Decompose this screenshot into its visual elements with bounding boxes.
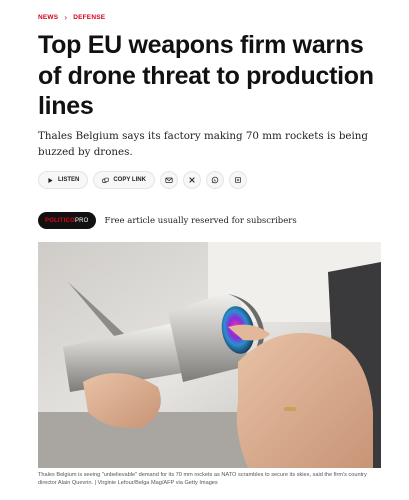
- copy-link-button[interactable]: COPY LINK: [93, 171, 155, 189]
- photo-caption: Thales Belgium is seeing "unbelievable" …: [38, 472, 367, 486]
- access-notice: POLITICO PRO Free article usually reserv…: [38, 212, 297, 229]
- article-photo: [38, 242, 381, 468]
- whatsapp-share-button[interactable]: [205, 171, 224, 189]
- breadcrumb-chevron-icon: ›: [64, 12, 68, 22]
- copy-link-label: COPY LINK: [113, 177, 146, 183]
- politico-pro-badge: POLITICO PRO: [38, 212, 96, 229]
- whatsapp-icon: [211, 176, 219, 184]
- email-icon: [165, 177, 173, 183]
- headphones-icon: [48, 177, 53, 183]
- save-share-button[interactable]: [228, 171, 247, 189]
- email-share-button[interactable]: [159, 171, 178, 189]
- badge-pro: PRO: [74, 217, 89, 224]
- article-subtitle: Thales Belgium says its factory making 7…: [38, 130, 369, 158]
- listen-button[interactable]: LISTEN: [38, 171, 89, 189]
- link-icon: [102, 177, 109, 183]
- breadcrumb-news-link[interactable]: NEWS: [38, 14, 58, 21]
- free-article-notice: Free article usually reserved for subscr…: [104, 215, 297, 226]
- breadcrumb-defense-link[interactable]: DEFENSE: [73, 14, 105, 21]
- bookmark-icon: [234, 177, 241, 183]
- x-icon: [189, 177, 195, 183]
- article-title: Top EU weapons firm warns of drone threa…: [38, 31, 374, 120]
- x-share-button[interactable]: [182, 171, 201, 189]
- badge-politico: POLITICO: [45, 217, 75, 224]
- listen-label: LISTEN: [58, 177, 80, 183]
- rocket-photo-illustration: [38, 242, 381, 468]
- share-toolbar: LISTEN COPY LINK: [38, 170, 247, 190]
- breadcrumb: NEWS › DEFENSE: [38, 12, 105, 22]
